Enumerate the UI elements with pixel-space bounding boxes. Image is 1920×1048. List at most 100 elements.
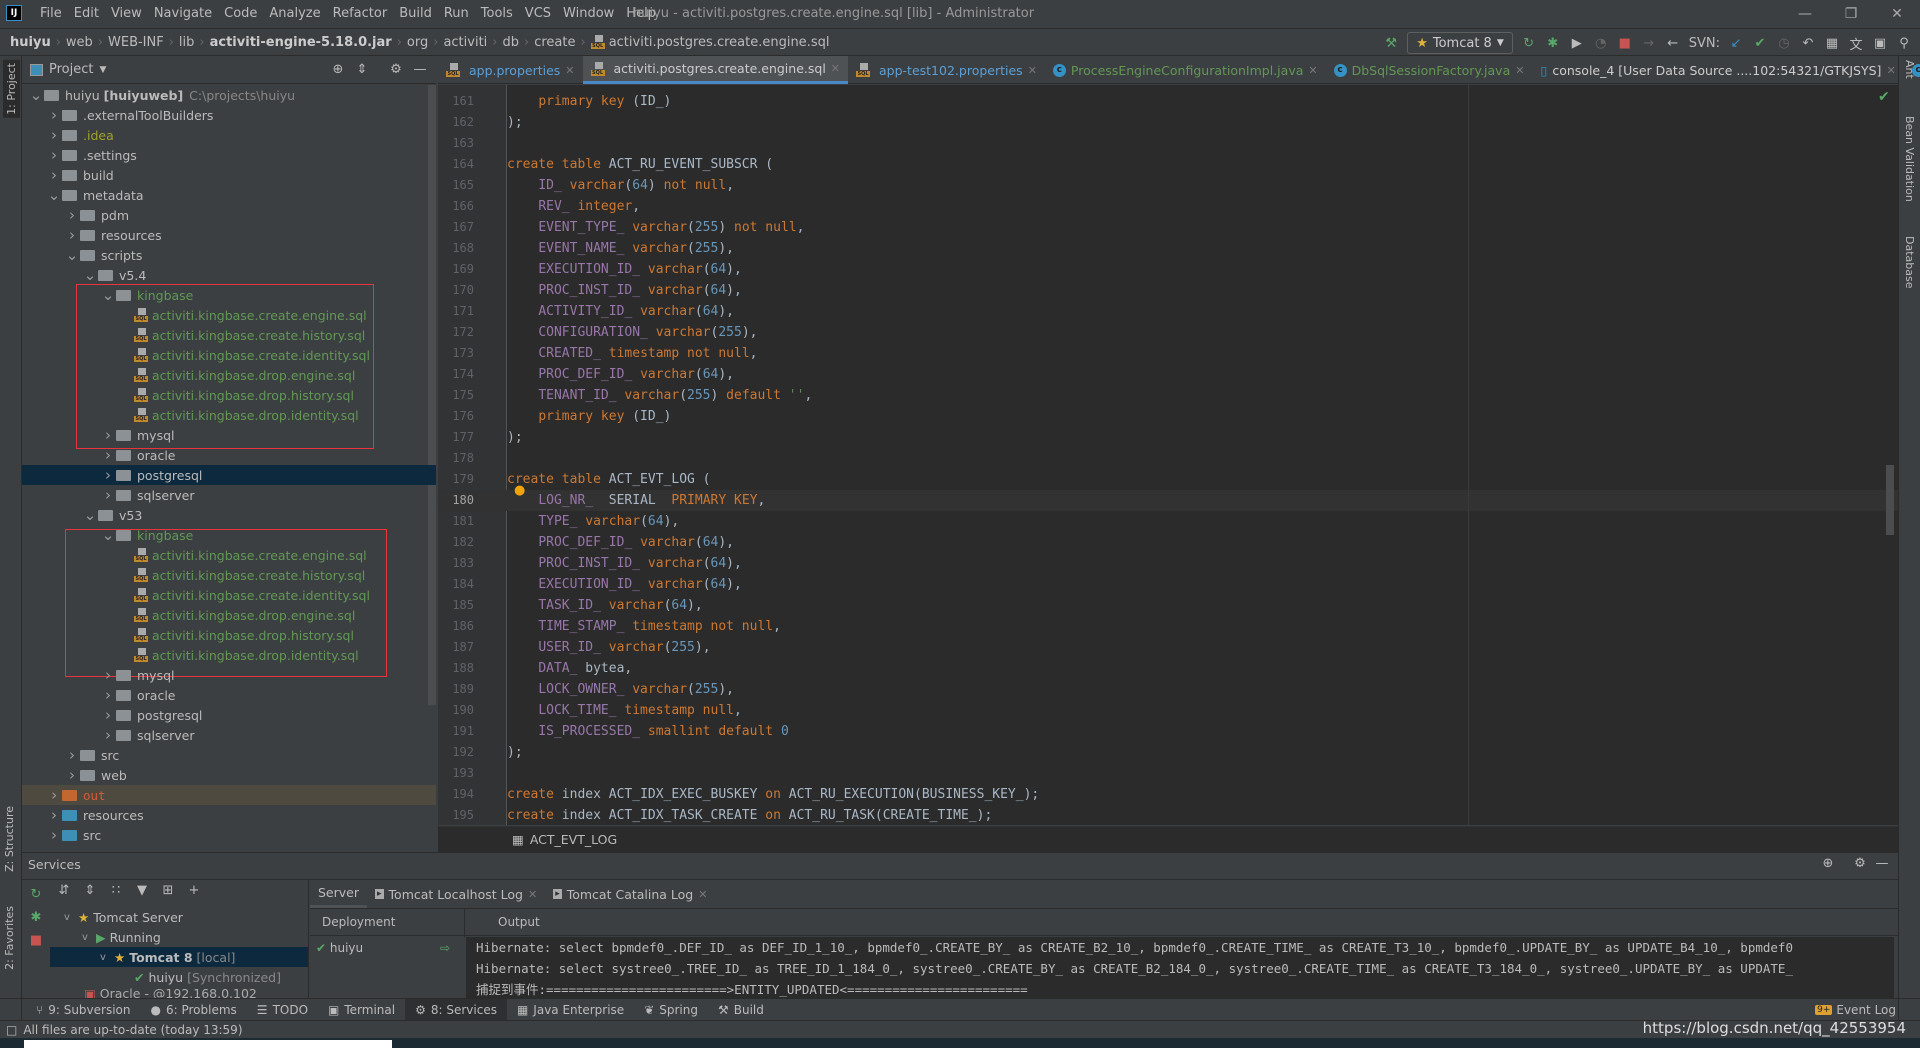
close-tab-icon[interactable]: ✕ [1886,64,1895,77]
deployment-item[interactable]: ✔ huiyu [316,941,363,955]
deploy-icon[interactable]: ⇨ [440,941,450,955]
debug-icon[interactable]: ✱ [28,910,44,925]
rerun-icon[interactable]: ↻ [28,887,44,902]
close-tab-icon[interactable]: ✕ [698,888,707,901]
tree-item[interactable]: › build [22,165,436,185]
tree-item[interactable]: › .settings [22,145,436,165]
tree-item[interactable]: activiti.kingbase.drop.engine.sql [22,365,436,385]
menu-window[interactable]: Window [557,0,620,28]
chevron-right-icon[interactable]: › [100,706,116,724]
tool-tab-problems[interactable]: ● 6: Problems [141,999,247,1021]
menu-analyze[interactable]: Analyze [263,0,326,28]
chevron-down-icon[interactable]: ▼ [99,65,106,75]
tree-item[interactable]: activiti.kingbase.drop.history.sql [22,625,436,645]
tree-item[interactable]: › src [22,745,436,765]
tree-item[interactable]: activiti.kingbase.create.identity.sql [22,345,436,365]
tomcat-server-node[interactable]: v ★ Tomcat Server [50,907,308,927]
close-tab-icon[interactable]: ✕ [1308,64,1317,77]
chevron-right-icon[interactable]: › [64,746,80,764]
translate-icon[interactable]: 文 [1848,34,1864,53]
chevron-right-icon[interactable]: › [100,486,116,504]
menu-vcs[interactable]: VCS [519,0,557,28]
project-structure-icon[interactable]: ▦ [1824,36,1840,51]
coverage-icon[interactable]: ▶ [1569,36,1585,51]
tree-item[interactable]: activiti.kingbase.create.history.sql [22,325,436,345]
tab-3[interactable]: c ProcessEngineConfigurationImpl.java ✕ [1045,56,1326,84]
tree-item[interactable]: ⌄ v5.4 [22,265,436,285]
chevron-right-icon[interactable]: › [64,206,80,224]
services-tab-1[interactable]: ▸ Tomcat Localhost Log ✕ [367,880,545,908]
add-service-icon[interactable]: + [186,883,202,898]
tree-item[interactable]: › sqlserver [22,725,436,745]
tree-item[interactable]: › resources [22,805,436,825]
chevron-down-icon[interactable]: ⌄ [64,246,80,264]
gear-icon[interactable]: ⚙ [1852,856,1868,871]
minimize-icon[interactable]: — [1782,0,1828,28]
bean-validation-tool-button[interactable]: Bean Validation [1903,116,1916,202]
breadcrumb-item[interactable]: WEB-INF [108,29,164,56]
menu-view[interactable]: View [105,0,148,28]
editor-scrollbar[interactable] [1886,465,1894,535]
tree-item[interactable]: › out [22,785,436,805]
tree-item[interactable]: activiti.kingbase.create.engine.sql [22,545,436,565]
huiyu-artifact-node[interactable]: ✔ huiyu [Synchronized] [50,967,308,987]
gear-icon[interactable]: ⚙ [388,62,404,77]
chevron-right-icon[interactable]: › [100,686,116,704]
close-tab-icon[interactable]: ✕ [1028,64,1037,77]
chevron-right-icon[interactable]: › [46,806,62,824]
tree-item[interactable]: › postgresql [22,465,436,485]
tree-item[interactable]: › mysql [22,665,436,685]
hide-icon[interactable]: — [412,62,428,77]
tree-item[interactable]: › mysql [22,425,436,445]
tree-item[interactable]: › web [22,765,436,785]
group-by-icon[interactable]: ∷ [108,883,124,898]
stop-icon[interactable]: ■ [28,933,44,948]
chevron-right-icon[interactable]: › [46,826,62,844]
chevron-right-icon[interactable]: › [46,146,62,164]
chevron-down-icon[interactable]: ⌄ [100,286,116,304]
locate-icon[interactable]: ⊕ [1820,856,1836,871]
tree-item[interactable]: ⌄ metadata [22,185,436,205]
tool-tab-terminal[interactable]: ▣ Terminal [318,999,405,1021]
chevron-right-icon[interactable]: › [46,126,62,144]
tree-item[interactable]: › pdm [22,205,436,225]
tree-item[interactable]: ⌄ kingbase [22,525,436,545]
chevron-down-icon[interactable]: ⌄ [100,526,116,544]
tree-item[interactable]: › resources [22,225,436,245]
menu-run[interactable]: Run [438,0,475,28]
project-tool-button[interactable]: 1: Project [3,60,20,118]
tree-item[interactable]: activiti.kingbase.drop.identity.sql [22,405,436,425]
tab-5[interactable]: ▯ console_4 [User Data Source ....102:543… [1532,56,1903,84]
restore-icon[interactable]: ❐ [1828,0,1874,28]
build-hammer-icon[interactable]: ⚒ [1383,36,1399,51]
chevron-down-icon[interactable]: ⌄ [28,86,44,104]
tree-item[interactable]: activiti.kingbase.drop.identity.sql [22,645,436,665]
back-icon[interactable]: ← [1665,36,1681,51]
menu-build[interactable]: Build [393,0,438,28]
tool-tab-spring[interactable]: ❦ Spring [634,999,708,1021]
chevron-right-icon[interactable]: › [100,726,116,744]
chevron-down-icon[interactable]: ⌄ [82,266,98,284]
new-tab-icon[interactable]: ⊞ [160,883,176,898]
tree-item[interactable]: ⌄ scripts [22,245,436,265]
close-icon[interactable]: ✕ [1874,0,1920,28]
tree-item[interactable]: ⌄ huiyu [huiyuweb] C:\projects\huiyu [22,85,436,105]
tool-tab-todo[interactable]: ☰ TODO [247,999,318,1021]
running-node[interactable]: v ▶ Running [50,927,308,947]
code-editor[interactable]: 195 create index ACT_IDX_TASK_CREATE on A… [438,85,1898,825]
chevron-right-icon[interactable]: › [100,426,116,444]
editor-breadcrumb-item[interactable]: ACT_EVT_LOG [530,832,617,847]
menu-tools[interactable]: Tools [475,0,519,28]
tab-1[interactable]: activiti.postgres.create.engine.sql ✕ [582,56,849,84]
tree-item[interactable]: › src [22,825,436,845]
chevron-right-icon[interactable]: › [64,766,80,784]
tree-item[interactable]: ⌄ v53 [22,505,436,525]
chevron-down-icon[interactable]: ⌄ [82,506,98,524]
breadcrumb-item[interactable]: web [66,29,93,56]
breadcrumb-item[interactable]: activiti [443,29,487,56]
debug-icon[interactable]: ✱ [1545,36,1561,51]
breadcrumb-item[interactable]: huiyu [10,29,51,56]
project-view-select[interactable]: Project [49,62,93,77]
output-console[interactable]: Hibernate: select bpmdef0_.DEF_ID_ as DE… [466,937,1894,999]
tool-tab-build[interactable]: ⚒ Build [708,999,774,1021]
